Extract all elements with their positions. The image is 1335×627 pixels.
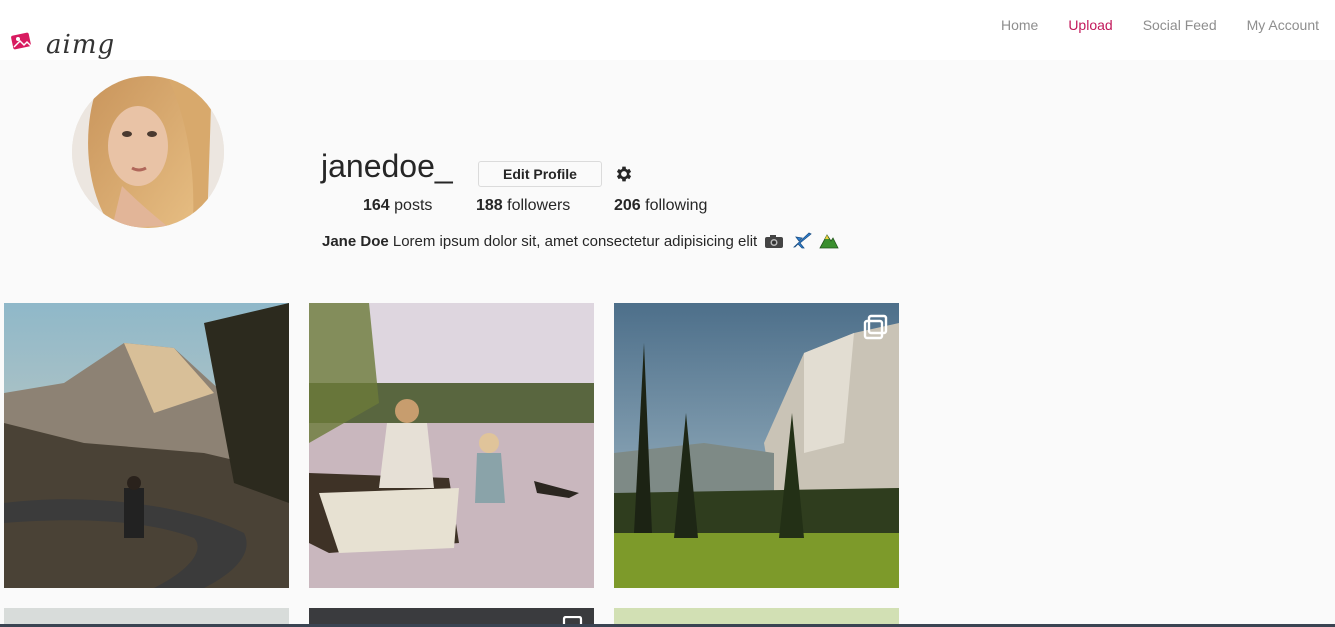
mountain-road-photo — [4, 303, 289, 588]
post-photo — [614, 608, 899, 624]
post-thumbnail[interactable] — [614, 303, 899, 588]
brand-logo[interactable]: aimg — [10, 18, 120, 60]
multiple-photos-icon — [562, 616, 583, 624]
airplane-icon — [792, 232, 812, 249]
logo-text: aimg — [46, 30, 116, 60]
bio-name: Jane Doe — [322, 233, 389, 250]
multiple-photos-icon — [863, 314, 888, 340]
mountain-icon — [819, 234, 839, 249]
posts-stat[interactable]: 164 posts — [363, 197, 432, 215]
nav-upload[interactable]: Upload — [1068, 17, 1112, 33]
post-thumbnail[interactable] — [4, 303, 289, 588]
nav-social-feed[interactable]: Social Feed — [1143, 17, 1217, 33]
nav-home[interactable]: Home — [1001, 17, 1038, 33]
photo-logo-icon — [11, 32, 32, 50]
nav-my-account[interactable]: My Account — [1247, 17, 1319, 33]
post-thumbnail[interactable] — [4, 608, 289, 624]
el-capitan-valley-photo — [614, 303, 899, 588]
following-count: 206 — [614, 197, 641, 214]
camera-icon — [765, 235, 784, 248]
main-nav: Home Upload Social Feed My Account — [1001, 17, 1319, 33]
lake-mother-child-photo — [309, 303, 594, 588]
edit-profile-button[interactable]: Edit Profile — [478, 161, 602, 187]
followers-stat[interactable]: 188 followers — [476, 197, 570, 215]
top-navigation-bar: aimg Home Upload Social Feed My Account — [0, 0, 1335, 60]
avatar[interactable] — [72, 76, 224, 228]
post-thumbnail[interactable] — [309, 608, 594, 624]
profile-bio: Jane Doe Lorem ipsum dolor sit, amet con… — [322, 231, 839, 250]
post-thumbnail[interactable] — [614, 608, 899, 624]
profile-username: janedoe_ — [321, 148, 453, 184]
posts-label: posts — [394, 197, 433, 214]
bio-text: Lorem ipsum dolor sit, amet consectetur … — [392, 233, 758, 250]
post-photo — [4, 608, 289, 624]
following-label: following — [645, 197, 708, 214]
avatar-portrait-image — [72, 76, 224, 228]
post-photo — [309, 608, 594, 624]
followers-label: followers — [507, 197, 571, 214]
following-stat[interactable]: 206 following — [614, 197, 707, 215]
gear-icon[interactable] — [614, 164, 634, 184]
followers-count: 188 — [476, 197, 503, 214]
post-thumbnail[interactable] — [309, 303, 594, 588]
posts-count: 164 — [363, 197, 390, 214]
